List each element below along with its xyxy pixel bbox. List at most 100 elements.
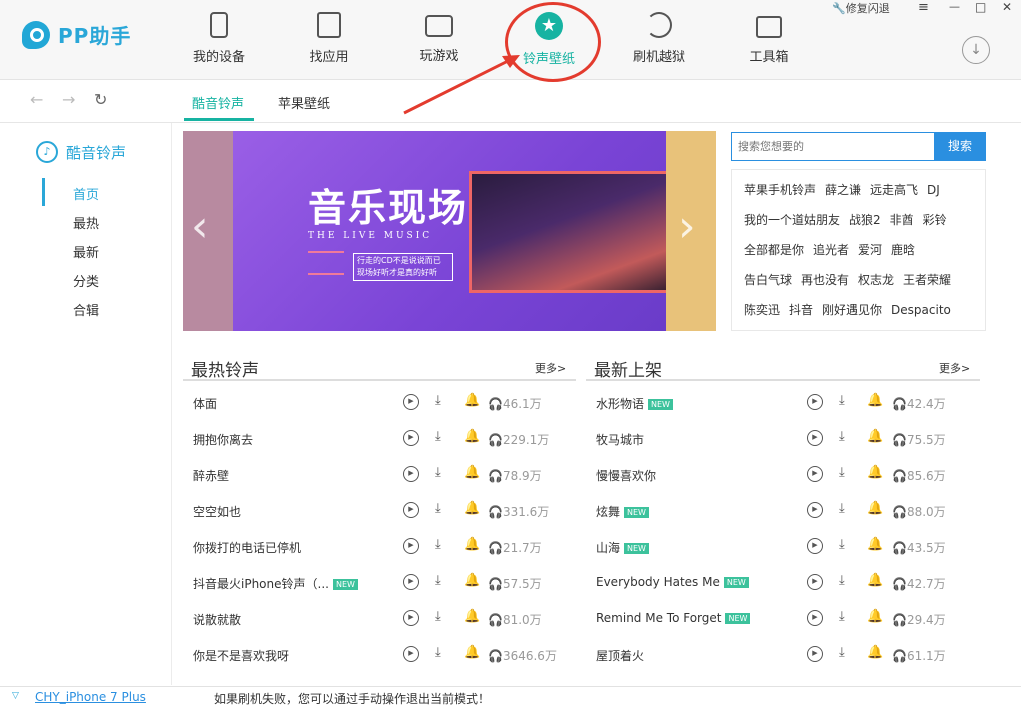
- hot-tag[interactable]: 抖音: [789, 303, 813, 317]
- newest-more-link[interactable]: 更多>: [939, 360, 970, 376]
- ringtone-row[interactable]: Remind Me To Forget NEW ▶ ⤓ 🔔 🎧29.4万: [596, 609, 966, 647]
- play-icon[interactable]: ▶: [807, 502, 823, 518]
- bell-icon[interactable]: 🔔: [464, 609, 480, 624]
- bell-icon[interactable]: 🔔: [464, 393, 480, 408]
- ringtone-row[interactable]: 抖音最火iPhone铃声（... NEW ▶ ⤓ 🔔 🎧57.5万: [193, 573, 563, 611]
- bell-icon[interactable]: 🔔: [464, 429, 480, 444]
- bell-icon[interactable]: 🔔: [464, 645, 480, 660]
- ringtone-row[interactable]: 空空如也 ▶ ⤓ 🔔 🎧331.6万: [193, 501, 563, 539]
- ringtone-row[interactable]: 拥抱你离去 ▶ ⤓ 🔔 🎧229.1万: [193, 429, 563, 467]
- download-icon[interactable]: ⤓: [435, 501, 441, 516]
- play-icon[interactable]: ▶: [807, 574, 823, 590]
- hot-tag[interactable]: 爱河: [858, 243, 882, 257]
- bell-icon[interactable]: 🔔: [867, 429, 883, 444]
- bell-icon[interactable]: 🔔: [464, 465, 480, 480]
- download-icon[interactable]: ⤓: [435, 537, 441, 552]
- nav-find-apps[interactable]: 找应用: [284, 12, 374, 72]
- hot-tag[interactable]: 追光者: [813, 243, 849, 257]
- download-icon[interactable]: ⤓: [839, 537, 845, 552]
- hot-tag[interactable]: 鹿晗: [891, 243, 915, 257]
- ringtone-row[interactable]: Everybody Hates Me NEW ▶ ⤓ 🔔 🎧42.7万: [596, 573, 966, 611]
- hot-tag[interactable]: 远走高飞: [870, 183, 918, 197]
- close-button[interactable]: ✕: [1002, 0, 1012, 14]
- bell-icon[interactable]: 🔔: [464, 537, 480, 552]
- download-icon[interactable]: ⤓: [435, 645, 441, 660]
- nav-flash-jailbreak[interactable]: 刷机越狱: [614, 12, 704, 72]
- download-icon[interactable]: ⤓: [839, 573, 845, 588]
- ringtone-row[interactable]: 炫舞 NEW ▶ ⤓ 🔔 🎧88.0万: [596, 501, 966, 539]
- menu-button[interactable]: ≡: [918, 0, 929, 15]
- download-icon[interactable]: ⤓: [435, 609, 441, 624]
- banner-prev-chevron-icon[interactable]: ‹: [191, 201, 209, 252]
- hot-tag[interactable]: 彩铃: [923, 213, 947, 227]
- ringtone-row[interactable]: 屋顶着火 ▶ ⤓ 🔔 🎧61.1万: [596, 645, 966, 683]
- bell-icon[interactable]: 🔔: [867, 645, 883, 660]
- download-manager-button[interactable]: ↓: [962, 36, 990, 64]
- ringtone-row[interactable]: 说散就散 ▶ ⤓ 🔔 🎧81.0万: [193, 609, 563, 647]
- connected-device-link[interactable]: CHY_iPhone 7 Plus: [35, 690, 146, 704]
- ringtone-row[interactable]: 牧马城市 ▶ ⤓ 🔔 🎧75.5万: [596, 429, 966, 467]
- app-logo[interactable]: PP助手: [22, 20, 131, 49]
- banner-next-chevron-icon[interactable]: ›: [678, 201, 696, 252]
- download-icon[interactable]: ⤓: [839, 501, 845, 516]
- play-icon[interactable]: ▶: [403, 394, 419, 410]
- download-icon[interactable]: ⤓: [839, 393, 845, 408]
- ringtone-row[interactable]: 你拨打的电话已停机 ▶ ⤓ 🔔 🎧21.7万: [193, 537, 563, 575]
- bell-icon[interactable]: 🔔: [867, 393, 883, 408]
- hot-tag[interactable]: 全部都是你: [744, 243, 804, 257]
- search-input[interactable]: [732, 133, 934, 160]
- forward-arrow-icon[interactable]: →: [62, 90, 75, 109]
- search-field[interactable]: [731, 132, 935, 161]
- refresh-icon[interactable]: ↻: [94, 90, 107, 109]
- promo-banner[interactable]: 音乐现场 THE LIVE MUSIC 行走的CD不是说说而已 现场好听才是真的…: [183, 131, 716, 331]
- bell-icon[interactable]: 🔔: [464, 573, 480, 588]
- bell-icon[interactable]: 🔔: [867, 573, 883, 588]
- bell-icon[interactable]: 🔔: [867, 609, 883, 624]
- hot-tag[interactable]: 告白气球: [744, 273, 792, 287]
- hot-tag[interactable]: 王者荣耀: [903, 273, 951, 287]
- download-icon[interactable]: ⤓: [839, 609, 845, 624]
- hot-tag[interactable]: Despacito: [891, 303, 951, 317]
- sidebar-item-categories[interactable]: 分类: [73, 271, 99, 290]
- download-icon[interactable]: ⤓: [435, 429, 441, 444]
- hot-tag[interactable]: 刚好遇见你: [822, 303, 882, 317]
- play-icon[interactable]: ▶: [403, 646, 419, 662]
- bell-icon[interactable]: 🔔: [867, 465, 883, 480]
- ringtone-row[interactable]: 体面 ▶ ⤓ 🔔 🎧46.1万: [193, 393, 563, 431]
- play-icon[interactable]: ▶: [403, 466, 419, 482]
- play-icon[interactable]: ▶: [403, 430, 419, 446]
- hot-tag[interactable]: 非酋: [890, 213, 914, 227]
- play-icon[interactable]: ▶: [807, 466, 823, 482]
- play-icon[interactable]: ▶: [807, 646, 823, 662]
- back-arrow-icon[interactable]: ←: [30, 90, 43, 109]
- hot-tag[interactable]: 再也没有: [801, 273, 849, 287]
- download-icon[interactable]: ⤓: [839, 429, 845, 444]
- hot-tag[interactable]: 薛之谦: [825, 183, 861, 197]
- hot-tag[interactable]: 战狼2: [849, 213, 881, 227]
- sidebar-item-newest[interactable]: 最新: [73, 242, 99, 261]
- play-icon[interactable]: ▶: [807, 394, 823, 410]
- hot-tag[interactable]: 我的一个道姑朋友: [744, 213, 840, 227]
- sidebar-item-home[interactable]: 首页: [73, 184, 99, 203]
- hottest-more-link[interactable]: 更多>: [535, 360, 566, 376]
- download-icon[interactable]: ⤓: [839, 465, 845, 480]
- hot-tag[interactable]: 权志龙: [858, 273, 894, 287]
- device-dropdown-icon[interactable]: ▽: [12, 691, 19, 701]
- bell-icon[interactable]: 🔔: [867, 537, 883, 552]
- repair-crash-button[interactable]: 🔧修复闪退: [832, 0, 890, 16]
- sidebar-item-collections[interactable]: 合辑: [73, 300, 99, 319]
- ringtone-row[interactable]: 慢慢喜欢你 ▶ ⤓ 🔔 🎧85.6万: [596, 465, 966, 503]
- download-icon[interactable]: ⤓: [435, 465, 441, 480]
- sidebar-item-hottest[interactable]: 最热: [73, 213, 99, 232]
- search-button[interactable]: 搜索: [934, 132, 986, 161]
- ringtone-row[interactable]: 你是不是喜欢我呀 ▶ ⤓ 🔔 🎧3646.6万: [193, 645, 563, 683]
- play-icon[interactable]: ▶: [403, 538, 419, 554]
- play-icon[interactable]: ▶: [807, 538, 823, 554]
- play-icon[interactable]: ▶: [403, 610, 419, 626]
- play-icon[interactable]: ▶: [403, 574, 419, 590]
- maximize-button[interactable]: □: [975, 0, 986, 14]
- ringtone-row[interactable]: 醉赤壁 ▶ ⤓ 🔔 🎧78.9万: [193, 465, 563, 503]
- download-icon[interactable]: ⤓: [435, 393, 441, 408]
- tab-wallpapers[interactable]: 苹果壁纸: [278, 93, 330, 112]
- hot-tag[interactable]: DJ: [927, 183, 940, 197]
